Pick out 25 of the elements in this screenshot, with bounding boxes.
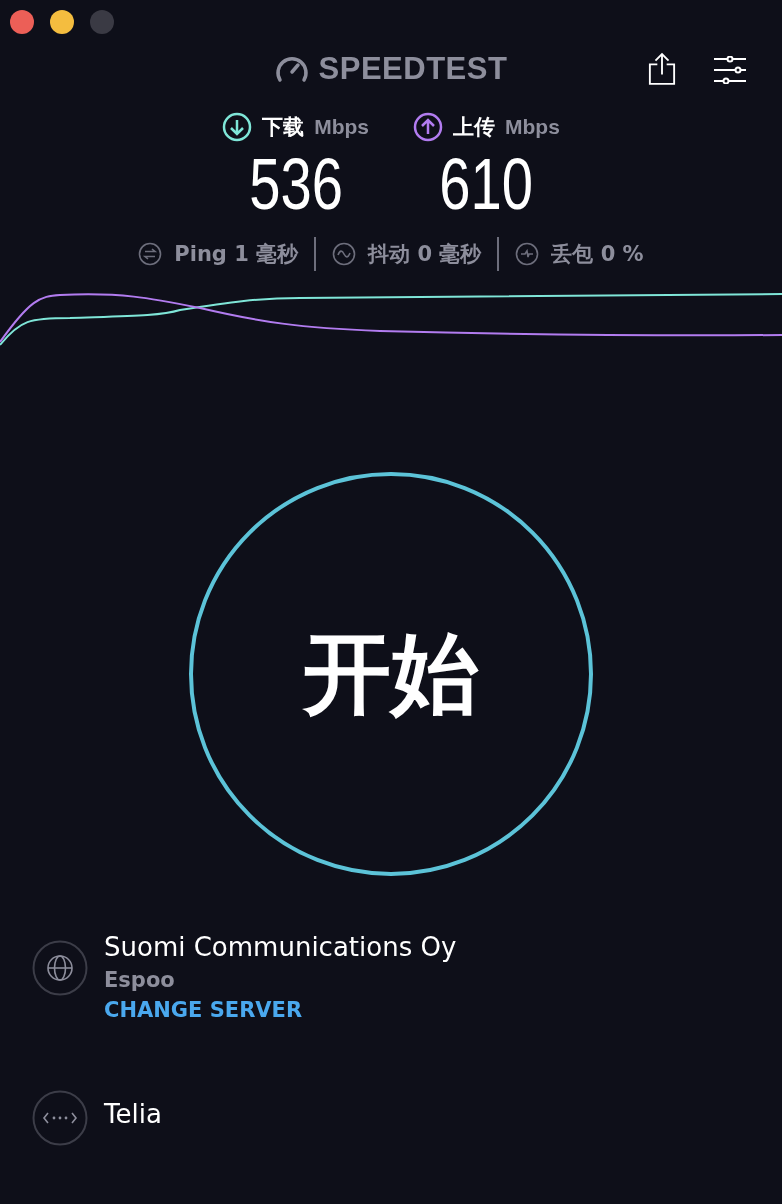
jitter-icon <box>332 242 357 266</box>
stat-reading: Ping 1 毫秒 <box>174 241 299 268</box>
start-button[interactable]: 开始 <box>189 472 593 876</box>
minimize-button[interactable] <box>50 10 74 34</box>
stat-reading: 抖动 0 毫秒 <box>368 241 482 268</box>
connection-icon <box>32 1090 88 1146</box>
globe-icon <box>32 940 88 996</box>
settings-icon[interactable] <box>713 56 747 84</box>
speed-label: 上传 <box>453 114 495 141</box>
stat-reading: 丢包 0 % <box>551 241 644 268</box>
provider-name: Telia <box>104 1099 162 1129</box>
speed-label: 下载 <box>262 114 305 141</box>
speed-value: 536 <box>248 143 343 226</box>
ping-icon <box>138 242 163 266</box>
speed-value: 610 <box>439 143 534 226</box>
close-button[interactable] <box>10 10 34 34</box>
change-server-link[interactable]: CHANGE SERVER <box>104 998 457 1022</box>
server-name: Suomi Communications Oy <box>104 932 457 962</box>
speed-unit: Mbps <box>314 115 369 139</box>
app-title: SPEEDTEST <box>318 51 508 87</box>
loss-icon <box>515 242 540 266</box>
speed-unit: Mbps <box>505 115 560 139</box>
share-icon[interactable] <box>648 52 676 86</box>
server-location: Espoo <box>104 968 176 992</box>
gauge-icon <box>274 55 309 83</box>
